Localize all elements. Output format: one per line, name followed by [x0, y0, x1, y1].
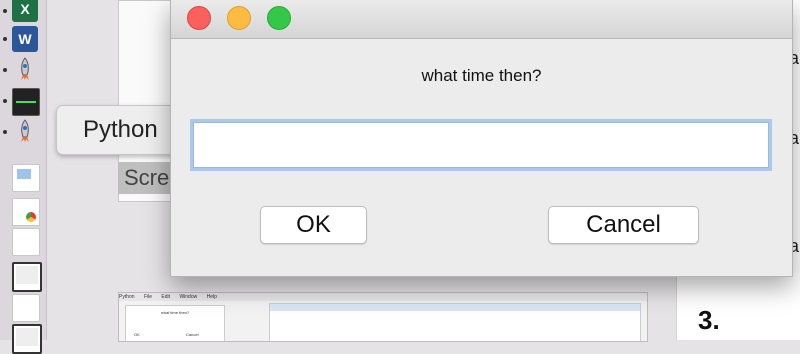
excel-icon[interactable]: X [12, 0, 38, 22]
screen-thumbnail-icon[interactable] [12, 324, 42, 354]
document-icon[interactable] [12, 228, 40, 256]
thumbnail-menu-item: Help [206, 294, 217, 300]
thumbnail-dialog: what time then? OK Cancel [125, 305, 225, 341]
input-dialog: what time then? OK Cancel [170, 0, 793, 277]
partial-label: Scre [118, 162, 178, 194]
thumbnail-editor [269, 303, 641, 341]
cancel-button[interactable]: Cancel [548, 206, 699, 244]
thumbnail-menu-item: File [143, 294, 153, 300]
activity-monitor-icon[interactable] [12, 88, 40, 116]
running-indicator [3, 37, 7, 41]
running-indicator [3, 68, 7, 72]
word-letter: W [18, 31, 32, 47]
thumbnail-menu-item: Python [119, 294, 135, 300]
running-indicator [3, 99, 7, 103]
title-bar[interactable] [171, 0, 792, 39]
time-input[interactable] [193, 122, 769, 168]
thumbnail-dialog-ok: OK [134, 332, 140, 337]
document-icon[interactable] [12, 164, 40, 192]
document-icon[interactable] [12, 294, 40, 322]
running-indicator [3, 130, 7, 134]
maximize-button[interactable] [267, 6, 291, 30]
background-heading-number: 3. [698, 305, 720, 335]
thumbnail-editor-tabs [270, 304, 640, 311]
thumbnail-dialog-cancel: Cancel [186, 332, 199, 337]
thumbnail-dialog-prompt: what time then? [160, 310, 190, 315]
dock-tooltip-text: Python [83, 116, 158, 143]
minimize-button[interactable] [227, 6, 251, 30]
running-indicator [3, 9, 7, 13]
dialog-prompt: what time then? [421, 66, 542, 85]
rocket-icon[interactable] [12, 56, 38, 82]
python-rocket-icon[interactable] [12, 118, 38, 144]
screen-thumbnail-icon[interactable] [12, 262, 42, 292]
thumbnail-menubar: Python File Edit Window Help [119, 293, 647, 301]
ok-button[interactable]: OK [260, 206, 367, 244]
screenshot-thumbnail[interactable]: Python File Edit Window Help what time t… [118, 292, 648, 342]
close-button[interactable] [187, 6, 211, 30]
dock: X W [0, 0, 47, 354]
word-icon[interactable]: W [12, 26, 38, 52]
chrome-document-icon[interactable] [12, 198, 40, 226]
thumbnail-menu-item: Window [179, 294, 198, 300]
excel-letter: X [20, 1, 30, 17]
thumbnail-menu-item: Edit [161, 294, 171, 300]
